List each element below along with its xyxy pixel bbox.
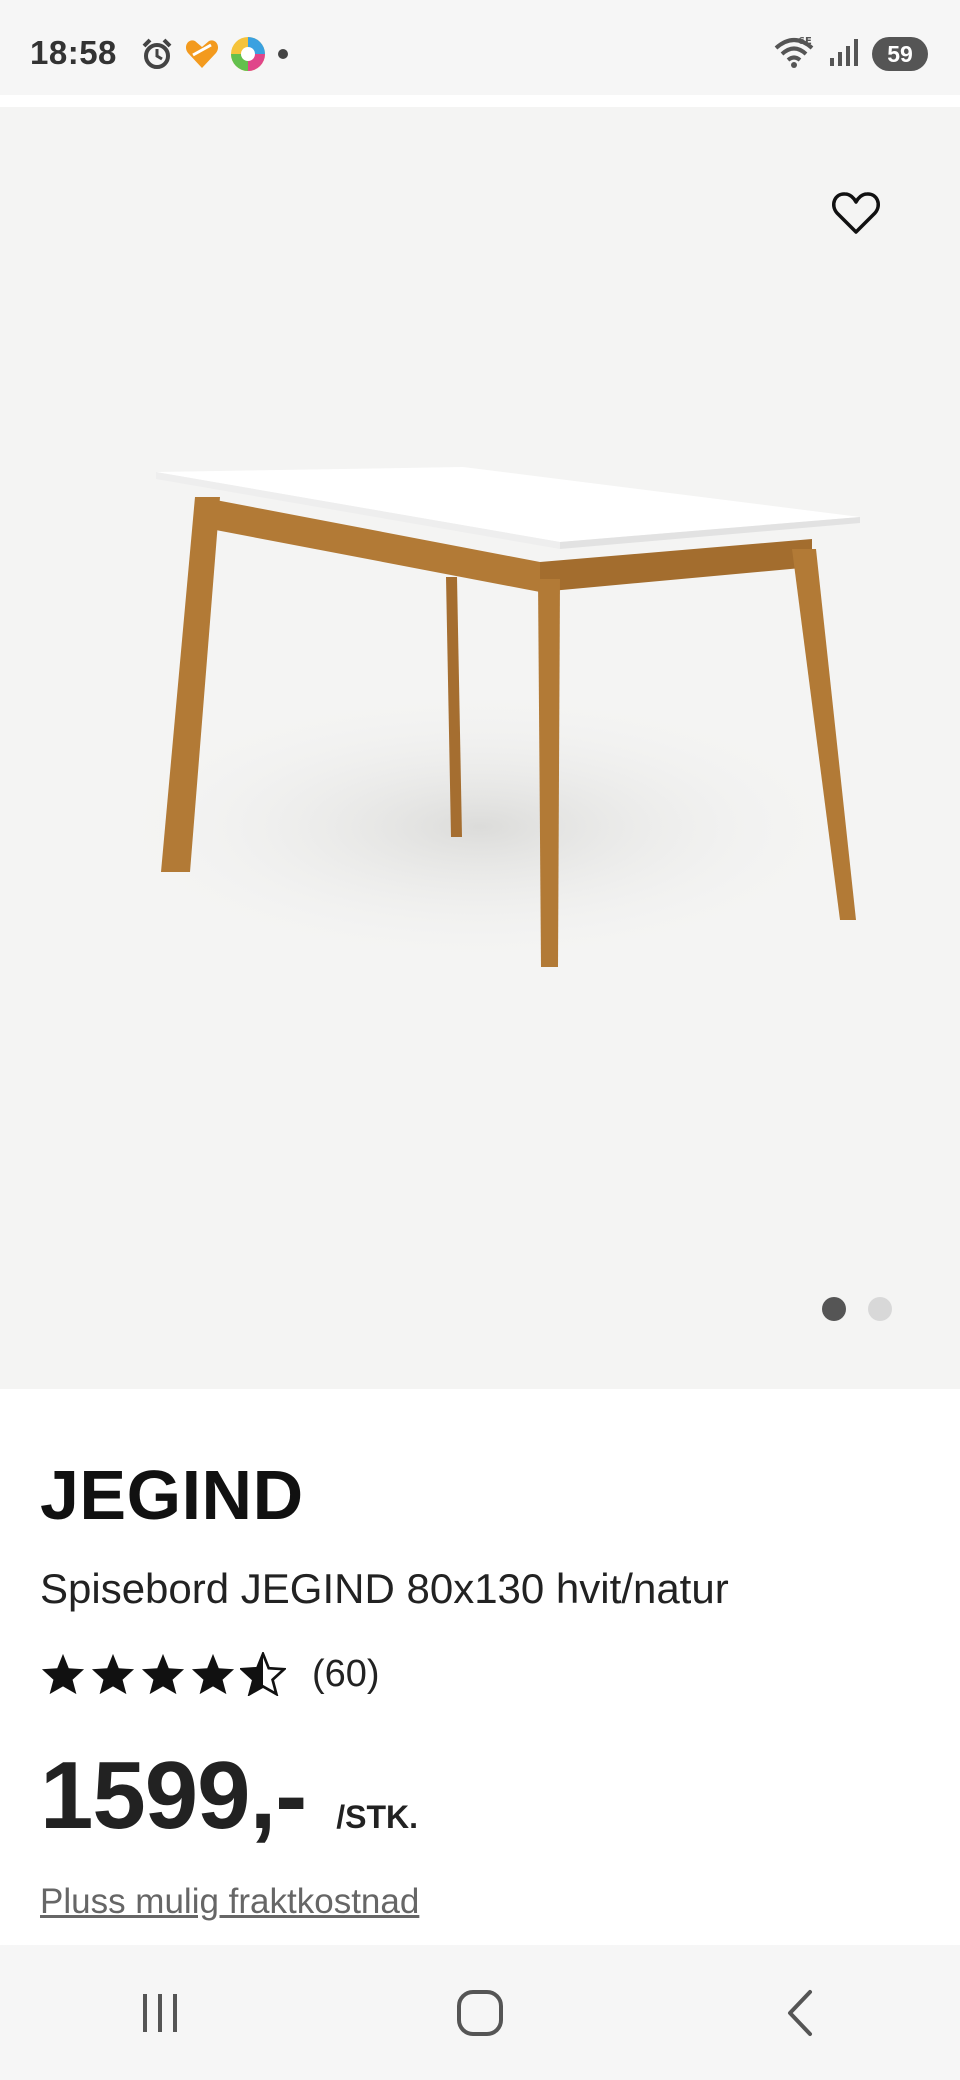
product-brand: JEGIND [40, 1456, 304, 1534]
star-half-icon [240, 1652, 286, 1697]
home-button[interactable] [420, 1963, 540, 2063]
status-time: 18:58 [30, 34, 117, 71]
alarm-icon [140, 37, 174, 76]
product-info: JEGIND Spisebord JEGIND 80x130 hvit/natu… [40, 1460, 920, 1922]
shipping-cost-link[interactable]: Pluss mulig fraktkostnad [40, 1882, 419, 1922]
battery-icon: 59 [872, 37, 928, 71]
product-image[interactable] [90, 467, 870, 1052]
back-icon [788, 1989, 812, 2036]
table-illustration [100, 467, 860, 967]
home-icon [457, 1989, 503, 2036]
star-full-icon [191, 1654, 235, 1695]
product-gallery[interactable] [0, 107, 960, 1389]
divider [0, 95, 960, 107]
heart-app-icon [184, 37, 220, 76]
pagination-dot[interactable] [868, 1297, 892, 1321]
rating-row[interactable]: (60) [40, 1652, 920, 1697]
signal-icon [828, 36, 860, 73]
status-icons-right: 6E 59 [772, 34, 928, 74]
status-icons-left [140, 36, 290, 76]
wifi-6e-icon: 6E [772, 34, 816, 75]
gallery-pagination [822, 1297, 892, 1321]
heart-outline-icon [832, 192, 880, 234]
recent-apps-icon [143, 1993, 177, 2032]
recent-apps-button[interactable] [100, 1963, 220, 2063]
rating-stars [40, 1652, 286, 1697]
colorful-app-icon [230, 36, 266, 77]
review-count[interactable]: (60) [312, 1653, 380, 1696]
system-nav-bar [0, 1945, 960, 2080]
pagination-dot-active[interactable] [822, 1297, 846, 1321]
favorite-button[interactable] [830, 187, 882, 239]
svg-text:6E: 6E [798, 36, 812, 47]
star-full-icon [41, 1654, 85, 1695]
star-full-icon [141, 1654, 185, 1695]
product-name: Spisebord JEGIND 80x130 hvit/natur [40, 1565, 729, 1612]
star-full-icon [91, 1654, 135, 1695]
status-bar: 18:58 6E 59 [0, 0, 960, 95]
price-unit: /STK. [336, 1799, 418, 1836]
back-button[interactable] [740, 1963, 860, 2063]
dot-icon [276, 47, 290, 66]
product-price: 1599,- [40, 1742, 307, 1850]
price-row: 1599,- /STK. [40, 1748, 920, 1844]
